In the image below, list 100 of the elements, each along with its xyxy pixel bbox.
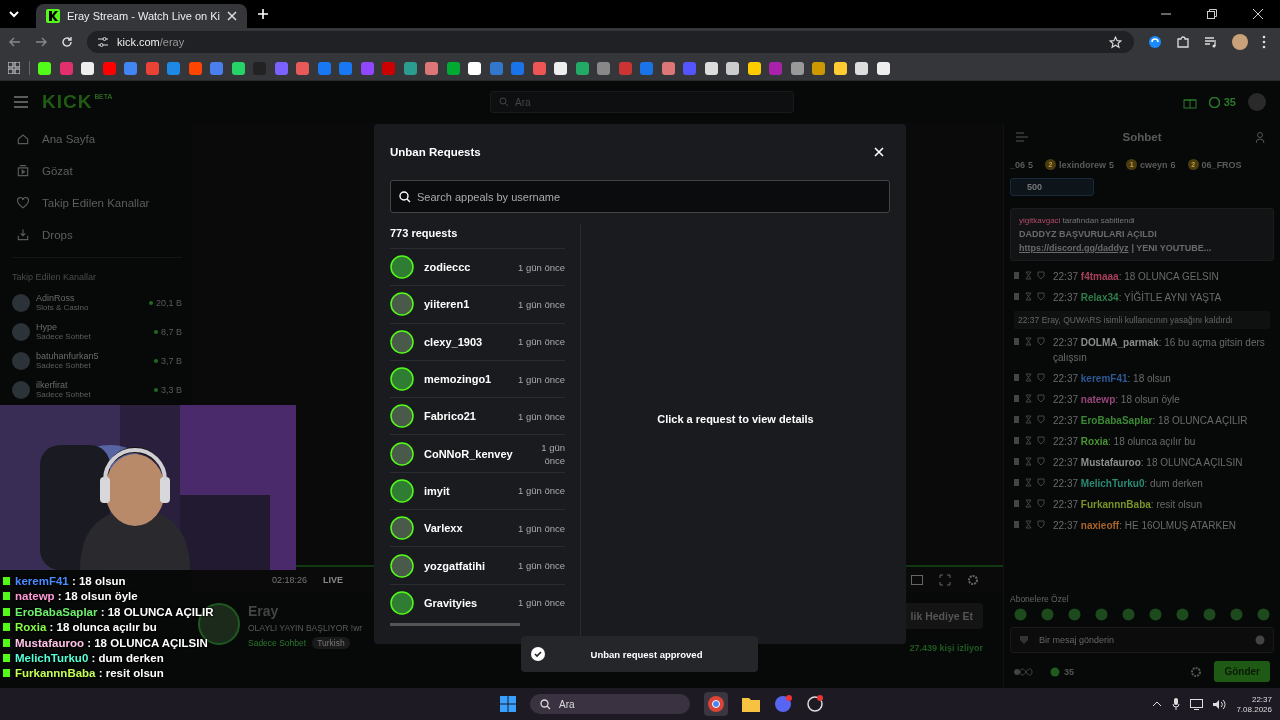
microphone-icon[interactable]: [1172, 698, 1181, 710]
request-item[interactable]: Varlexx 1 gün önce: [390, 509, 565, 547]
address-field[interactable]: kick.com/eray: [87, 31, 1134, 53]
browser-tab[interactable]: Eray Stream - Watch Live on Ki: [36, 4, 248, 28]
mod-tools-icon[interactable]: [1014, 436, 1048, 445]
bookmark-icon[interactable]: [81, 61, 94, 75]
profile-icon[interactable]: [1232, 34, 1248, 50]
emote-icon[interactable]: [1068, 608, 1081, 621]
tag[interactable]: Turkish: [312, 637, 350, 649]
overlay-chat-message: EroBabaSaplar : 18 OLUNCA AÇILIR: [15, 605, 214, 618]
bookmark-icon[interactable]: [833, 61, 847, 75]
emote-icon[interactable]: [1203, 608, 1216, 621]
channel-item[interactable]: AdinRoss Slots & Casino 20,1 B: [12, 288, 182, 317]
forward-icon[interactable]: [35, 36, 47, 48]
clock-date[interactable]: 7.08.2026: [1236, 704, 1272, 714]
overlay-chat-message: Roxia : 18 olunca açılır bu: [15, 621, 157, 634]
coin-balance[interactable]: 35: [1208, 96, 1236, 108]
request-item[interactable]: yiiteren1 1 gün önce: [390, 285, 565, 323]
channel-item[interactable]: ilkerfirat Sadece Sohbet 3,3 B: [12, 375, 182, 404]
request-item[interactable]: yozgatfatihi 1 gün önce: [390, 546, 565, 584]
reload-icon[interactable]: [61, 36, 73, 48]
emote-icon[interactable]: [1122, 608, 1135, 621]
new-tab-icon[interactable]: [257, 8, 270, 20]
chat-app-icon[interactable]: [774, 695, 792, 713]
mod-tools-icon[interactable]: [1014, 292, 1048, 301]
mod-tools-icon[interactable]: [1014, 520, 1048, 529]
bookmark-icon[interactable]: [38, 61, 51, 75]
request-item[interactable]: memozingo1 1 gün önce: [390, 359, 565, 398]
fullscreen-icon[interactable]: [939, 574, 951, 586]
bookmark-icon[interactable]: [554, 61, 567, 75]
start-icon[interactable]: [500, 696, 516, 712]
site-settings-icon[interactable]: [97, 36, 109, 48]
settings-icon[interactable]: [1190, 665, 1203, 678]
emote-icon[interactable]: [1230, 608, 1243, 621]
nav-item[interactable]: Takip Edilen Kanallar: [12, 187, 182, 219]
close-icon[interactable]: [227, 11, 238, 21]
back-icon[interactable]: [9, 36, 21, 48]
goal-chip[interactable]: 500: [1010, 178, 1094, 196]
search-field[interactable]: Ara: [530, 694, 690, 714]
bookmark-icon[interactable]: [704, 61, 718, 75]
media-icon[interactable]: [1204, 35, 1218, 49]
nav-item[interactable]: Ana Sayfa: [12, 123, 182, 155]
category-link[interactable]: Sadece Sohbet: [248, 638, 307, 648]
emote-icon[interactable]: [1257, 608, 1270, 621]
mod-tools-icon[interactable]: [1014, 499, 1048, 508]
emoji-icon[interactable]: [1255, 635, 1265, 645]
request-item[interactable]: Gravityies 1 gün önce: [390, 583, 565, 621]
puzzle-icon[interactable]: [1176, 35, 1190, 49]
volume-icon[interactable]: [1213, 698, 1227, 710]
emote-icon[interactable]: [1095, 608, 1108, 621]
channel-item[interactable]: batuhanfurkan5 Sadece Sohbet 3,7 B: [12, 346, 182, 375]
mod-tools-icon[interactable]: [1014, 373, 1048, 382]
users-icon[interactable]: [1256, 131, 1268, 143]
request-item[interactable]: CoNNoR_kenvey 1 gün önce: [390, 434, 565, 472]
request-item[interactable]: imyit 1 gün önce: [390, 471, 565, 510]
nav-item[interactable]: Drops: [12, 219, 182, 251]
clock-time[interactable]: 22:37: [1251, 694, 1272, 704]
close-icon[interactable]: [1252, 8, 1264, 20]
emote-icon[interactable]: [1149, 608, 1162, 621]
points-balance[interactable]: 35: [1050, 666, 1074, 677]
request-item[interactable]: clexy_1903 1 gün önce: [390, 322, 565, 360]
bookmark-icon[interactable]: [468, 61, 481, 75]
chevron-up-icon[interactable]: [1152, 701, 1163, 707]
search-field[interactable]: Search appeals by username: [390, 180, 890, 213]
pinned-by: yigitkavgaci tarafından sabitlendi: [1019, 216, 1136, 225]
logo[interactable]: KICK: [42, 91, 93, 113]
bookmark-icon[interactable]: [747, 61, 761, 75]
emote-icon[interactable]: [1176, 608, 1189, 621]
menu-icon[interactable]: [1262, 35, 1266, 49]
extension-icon[interactable]: [1148, 35, 1162, 49]
folder-icon[interactable]: [742, 696, 760, 712]
star-icon[interactable]: [1109, 35, 1122, 49]
bookmark-icon[interactable]: [726, 61, 739, 75]
bookmark-icon[interactable]: [855, 61, 868, 75]
leaderboard-user[interactable]: _06 5: [1010, 159, 1034, 170]
tab-list-icon[interactable]: [8, 8, 20, 20]
mod-tools-icon[interactable]: [1014, 394, 1048, 403]
channel-item[interactable]: Hype Sadece Sohbet 8,7 B: [12, 317, 182, 346]
request-item[interactable]: Fabrico21 1 gün önce: [390, 397, 565, 435]
pinned-link[interactable]: https://discord.gg/daddyz: [1019, 243, 1129, 253]
mod-tools-icon[interactable]: [1014, 271, 1048, 280]
nav-item[interactable]: Gözat: [12, 155, 182, 187]
mod-tools-icon[interactable]: [1014, 478, 1048, 487]
emote-icon[interactable]: [1041, 608, 1054, 621]
message-field[interactable]: Bir mesaj gönderin: [1010, 627, 1274, 653]
emote-icon[interactable]: [1014, 608, 1027, 621]
theater-icon[interactable]: [911, 575, 923, 585]
restore-icon[interactable]: [1206, 8, 1218, 20]
bookmark-icon[interactable]: [876, 61, 890, 75]
mod-tools-icon[interactable]: [1014, 457, 1048, 466]
request-item[interactable]: zodieccc 1 gün önce: [390, 248, 565, 286]
bookmark-icon[interactable]: [231, 61, 245, 75]
search-icon: [499, 97, 509, 107]
mod-tools-icon[interactable]: [1014, 415, 1048, 424]
network-icon[interactable]: [1190, 698, 1204, 710]
apps-icon[interactable]: [8, 62, 20, 74]
settings-icon[interactable]: [967, 574, 979, 586]
app-icon[interactable]: [806, 695, 824, 713]
browser-icon[interactable]: [704, 692, 728, 716]
mod-tools-icon[interactable]: [1014, 337, 1048, 346]
